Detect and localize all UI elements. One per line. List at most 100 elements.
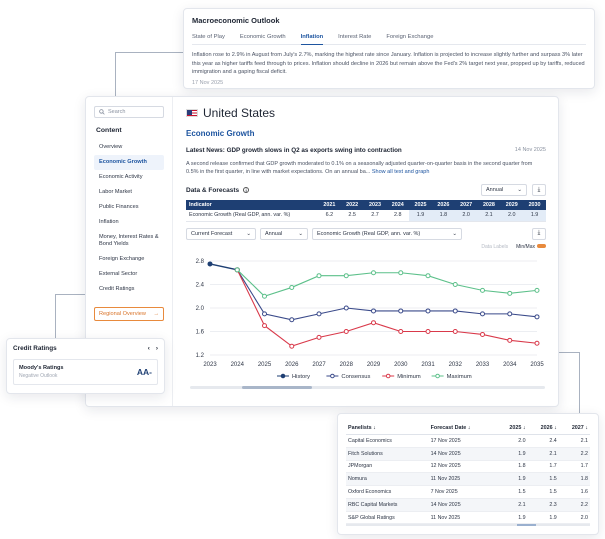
frequency-select-value: Annual (486, 187, 504, 193)
data-point (507, 311, 513, 317)
search-input[interactable]: Search (94, 106, 164, 118)
table-cell: 2.2 (558, 447, 590, 461)
data-point (316, 311, 322, 317)
table-row[interactable]: Nomura 11 Nov 2025 1.9 1.5 1.8 (346, 472, 590, 487)
news-title: Latest News: GDP growth slows in Q2 as e… (186, 147, 402, 154)
sidebar-item[interactable]: External Sector (94, 267, 164, 282)
x-tick-label: 2035 (530, 362, 544, 368)
forecast-select[interactable]: Current Forecast ⌄ (186, 227, 256, 240)
sidebar-nav: Overview Economic Growth Economic Activity… (94, 140, 164, 297)
table-cell: 14 Nov 2025 (428, 498, 497, 512)
sidebar-item[interactable]: Public Finances (94, 200, 164, 215)
data-point (343, 273, 349, 279)
year-header: 2030 (523, 200, 546, 210)
frequency-select[interactable]: Annual ⌄ (481, 184, 527, 196)
chart-scrollbar-thumb[interactable] (242, 386, 312, 389)
tab-1[interactable]: Economic Growth (240, 34, 286, 40)
panel-header[interactable]: Forecast Date ↓ (428, 422, 497, 435)
regional-overview-button[interactable]: Regional Overview → (94, 307, 164, 321)
macro-outlook-card: Macroeconomic Outlook State of Play Econo… (183, 8, 595, 89)
table-cell: 17 Nov 2025 (428, 434, 497, 448)
panel-header[interactable]: 2026 ↓ (527, 422, 559, 435)
table-row[interactable]: Fitch Solutions 14 Nov 2025 1.9 2.1 2.2 (346, 447, 590, 461)
panel-scrollbar[interactable] (346, 524, 590, 526)
table-cell: 1.7 (558, 460, 590, 474)
download-icon: ⤓ (537, 230, 541, 236)
year-header: 2026 (431, 200, 455, 210)
table-cell: Oxford Economics (346, 485, 429, 499)
panel-header[interactable]: Panelists ↓ (346, 422, 429, 435)
tab-4[interactable]: Foreign Exchange (386, 34, 433, 40)
x-tick-label: 2027 (312, 362, 326, 368)
sidebar-item[interactable]: Inflation (94, 215, 164, 230)
section-title: Economic Growth (186, 129, 255, 138)
indicator-value: 2.0 (500, 210, 524, 222)
table-cell: 2.1 (558, 434, 590, 448)
panel-header[interactable]: 2027 ↓ (558, 422, 590, 435)
chart-frequency-select[interactable]: Annual ⌄ (260, 227, 308, 240)
table-cell: RBC Capital Markets (346, 498, 429, 512)
indicator-table: Indicator 2021 2022 2023 2024 2025 2026 2027 202… (186, 200, 546, 222)
chevron-left-icon[interactable]: ‹ (148, 345, 150, 352)
table-cell: 1.5 (527, 485, 559, 499)
download-button[interactable]: ⤓ (532, 184, 546, 196)
table-row[interactable]: Oxford Economics 7 Nov 2025 1.5 1.5 1.6 (346, 485, 590, 499)
sidebar-item[interactable]: Money, Interest Rates & Bond Yields (94, 230, 164, 252)
data-labels-toggle[interactable]: Data Labels (481, 244, 508, 250)
table-row[interactable]: Capital Economics 17 Nov 2025 2.0 2.4 2.1 (346, 434, 590, 448)
rating-outlook: Negative Outlook (19, 373, 58, 379)
info-icon[interactable]: i (243, 187, 250, 193)
table-cell: 2.1 (527, 447, 559, 461)
legend-marker (280, 373, 286, 379)
indicator-select-value: Economic Growth (Real GDP, ann. var. %) (317, 230, 421, 237)
sidebar-item[interactable]: Economic Activity (94, 170, 164, 185)
x-tick-label: 2034 (503, 362, 517, 368)
panel-header[interactable]: 2025 ↓ (496, 422, 528, 435)
macro-outlook-date: 17 Nov 2025 (192, 79, 224, 86)
chevron-down-icon: ⌄ (517, 187, 522, 193)
tab-0[interactable]: State of Play (192, 34, 225, 40)
series-line-history (209, 263, 238, 271)
sidebar-item[interactable]: Foreign Exchange (94, 252, 164, 267)
data-point (207, 261, 213, 267)
sidebar-item[interactable]: Economic Growth (94, 155, 164, 170)
data-point (480, 287, 485, 293)
credit-ratings-title: Credit Ratings (13, 345, 57, 352)
search-icon (99, 109, 105, 115)
rating-box: Moody's Ratings Negative Outlook AA- (13, 359, 158, 385)
y-tick-label: 2.4 (196, 283, 205, 289)
data-point (289, 343, 295, 349)
data-point (425, 329, 431, 334)
table-cell: JPMorgan (346, 460, 429, 474)
forecast-select-value: Current Forecast (191, 230, 233, 237)
table-cell: 11 Nov 2025 (428, 511, 497, 525)
series-line-maximum (236, 269, 538, 297)
tab-2[interactable]: Inflation (300, 34, 323, 45)
chevron-right-icon[interactable]: › (156, 345, 158, 352)
legend-label: Minimum (397, 374, 421, 380)
indicator-value: 2.8 (386, 210, 410, 222)
chevron-down-icon: ⌄ (452, 230, 457, 237)
x-tick-label: 2032 (449, 362, 463, 368)
table-row[interactable]: RBC Capital Markets 14 Nov 2025 2.1 2.3 2.2 (346, 498, 590, 512)
indicator-select[interactable]: Economic Growth (Real GDP, ann. var. %) ⌄ (312, 227, 462, 240)
table-cell: Capital Economics (346, 434, 429, 448)
table-cell: Fitch Solutions (346, 447, 429, 461)
data-point (371, 320, 376, 326)
data-point (507, 337, 513, 343)
table-row[interactable]: S&P Global Ratings 11 Nov 2025 1.9 1.9 2.0 (346, 511, 590, 525)
table-row[interactable]: JPMorgan 12 Nov 2025 1.8 1.7 1.7 (346, 460, 590, 474)
macro-outlook-title: Macroeconomic Outlook (192, 16, 280, 25)
chart-download-button[interactable]: ⤓ (532, 227, 546, 240)
minmax-toggle[interactable]: Min/Max (516, 243, 546, 250)
year-header: 2027 (454, 200, 478, 210)
tab-3[interactable]: Interest Rate (338, 34, 371, 40)
table-cell: 2.2 (558, 498, 590, 512)
indicator-value: 2.7 (363, 210, 387, 222)
sidebar-item[interactable]: Overview (94, 140, 164, 155)
sidebar-item[interactable]: Labor Market (94, 185, 164, 200)
sidebar-item[interactable]: Credit Ratings (94, 282, 164, 297)
year-header: 2023 (363, 200, 387, 210)
regional-overview-label: Regional Overview (99, 311, 146, 317)
show-all-link[interactable]: Show all text and graph (372, 169, 429, 175)
